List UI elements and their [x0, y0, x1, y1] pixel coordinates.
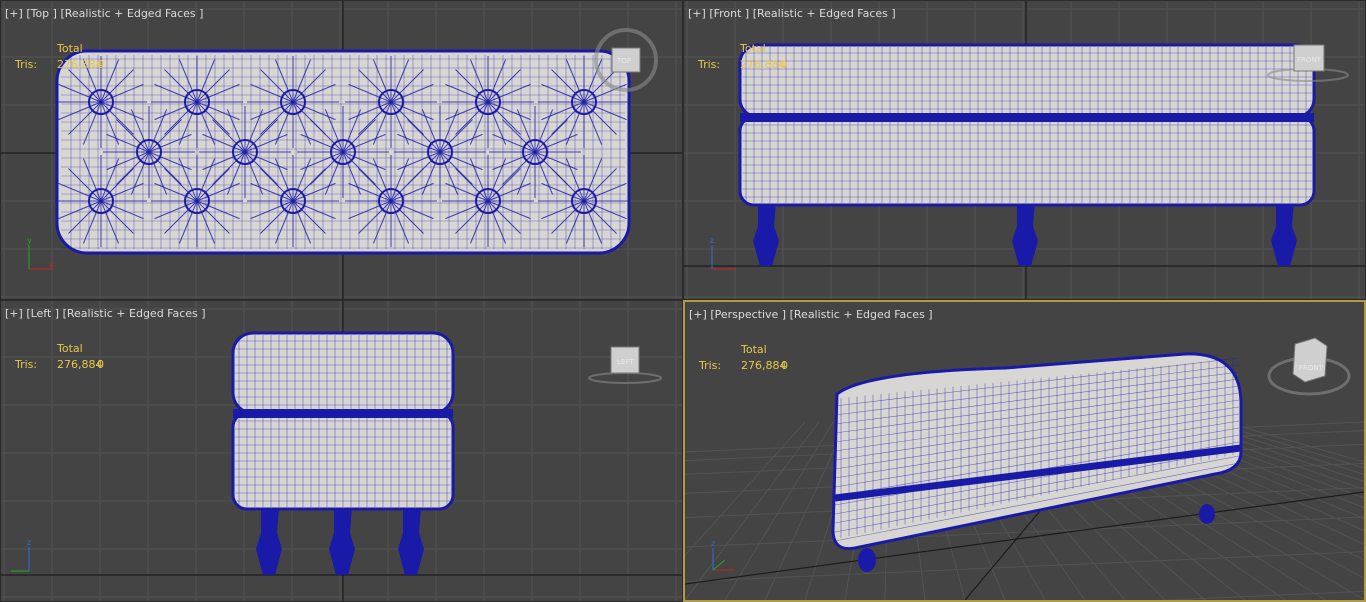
stats-tris-label: Tris: — [698, 58, 721, 71]
viewport-front[interactable]: z FRONT [+] [Front ] [Realistic + Edged … — [683, 0, 1366, 300]
viewport-top[interactable]: y x TOP [+] [Top ] [Realistic + Edged Fa… — [0, 0, 683, 300]
stats-tris-selected: 0 — [780, 58, 787, 71]
viewport-point-of-view[interactable]: [Top ] — [26, 7, 57, 20]
stats-tris-value: 276,884 — [740, 58, 786, 71]
viewport-shading-mode[interactable]: [Realistic + Edged Faces ] — [63, 307, 206, 320]
stats-tris-label: Tris: — [699, 359, 722, 372]
stats-tris-value: 276,884 — [741, 359, 787, 372]
stats-tris-selected: 0 — [781, 359, 788, 372]
viewport-label: [+] [Top ] [Realistic + Edged Faces ] — [5, 7, 203, 20]
viewport-menu-plus[interactable]: [+] — [5, 307, 23, 320]
svg-text:x: x — [49, 260, 54, 269]
viewport-shading-mode[interactable]: [Realistic + Edged Faces ] — [60, 7, 203, 20]
viewcube-label: FRONT — [1297, 56, 1322, 64]
viewport-label: [+] [Perspective ] [Realistic + Edged Fa… — [689, 308, 933, 321]
ottoman-foot — [858, 548, 876, 572]
viewport-layout: y x TOP [+] [Top ] [Realistic + Edged Fa… — [0, 0, 1366, 602]
axis-tripod: y x — [27, 236, 54, 270]
statistics-overlay: Total Tris: 276,884 0 — [15, 41, 104, 73]
axis-tripod: z — [710, 236, 736, 270]
statistics-overlay: Total Tris: 276,884 0 — [15, 341, 104, 373]
viewcube-label: TOP — [616, 57, 631, 65]
stats-tris-label: Tris: — [15, 58, 38, 71]
stats-tris-selected: 0 — [97, 358, 104, 371]
viewport-point-of-view[interactable]: [Perspective ] — [710, 308, 786, 321]
viewport-shading-mode[interactable]: [Realistic + Edged Faces ] — [753, 7, 896, 20]
stats-tris-value: 276,884 — [57, 58, 103, 71]
viewport-menu-plus[interactable]: [+] — [5, 7, 23, 20]
viewport-label: [+] [Front ] [Realistic + Edged Faces ] — [688, 7, 896, 20]
viewport-point-of-view[interactable]: [Left ] — [26, 307, 59, 320]
svg-text:y: y — [27, 236, 32, 245]
viewcube[interactable]: LEFT — [588, 346, 662, 384]
ottoman-foot — [1199, 504, 1215, 524]
svg-text:z: z — [27, 538, 31, 547]
viewport-label: [+] [Left ] [Realistic + Edged Faces ] — [5, 307, 206, 320]
stats-tris-value: 276,884 — [57, 358, 103, 371]
axis-tripod: z — [11, 538, 31, 572]
statistics-overlay: Total Tris: 276,884 0 — [698, 41, 787, 73]
viewport-point-of-view[interactable]: [Front ] — [709, 7, 749, 20]
viewport-shading-mode[interactable]: [Realistic + Edged Faces ] — [790, 308, 933, 321]
viewport-menu-plus[interactable]: [+] — [689, 308, 707, 321]
svg-text:z: z — [711, 539, 715, 548]
viewport-left[interactable]: z LEFT [+] [Left ] [Realistic + Edged Fa… — [0, 300, 683, 602]
viewport-menu-plus[interactable]: [+] — [688, 7, 706, 20]
statistics-overlay: Total Tris: 276,884 0 — [699, 342, 788, 374]
ottoman-legs — [256, 507, 424, 575]
viewcube-label: FRONT — [1299, 364, 1324, 372]
stats-total-label: Total — [740, 42, 766, 55]
stats-total-label: Total — [57, 42, 83, 55]
stats-total-label: Total — [741, 343, 767, 356]
viewcube-label: LEFT — [617, 358, 634, 366]
stats-total-label: Total — [57, 342, 83, 355]
svg-text:z: z — [710, 236, 714, 245]
viewport-perspective[interactable]: z FRONT [+] [Perspective ] [Realistic + … — [683, 300, 1366, 602]
axis-tripod: z — [711, 539, 735, 571]
viewcube[interactable]: FRONT — [1267, 337, 1351, 396]
stats-tris-selected: 0 — [97, 58, 104, 71]
stats-tris-label: Tris: — [15, 358, 38, 371]
